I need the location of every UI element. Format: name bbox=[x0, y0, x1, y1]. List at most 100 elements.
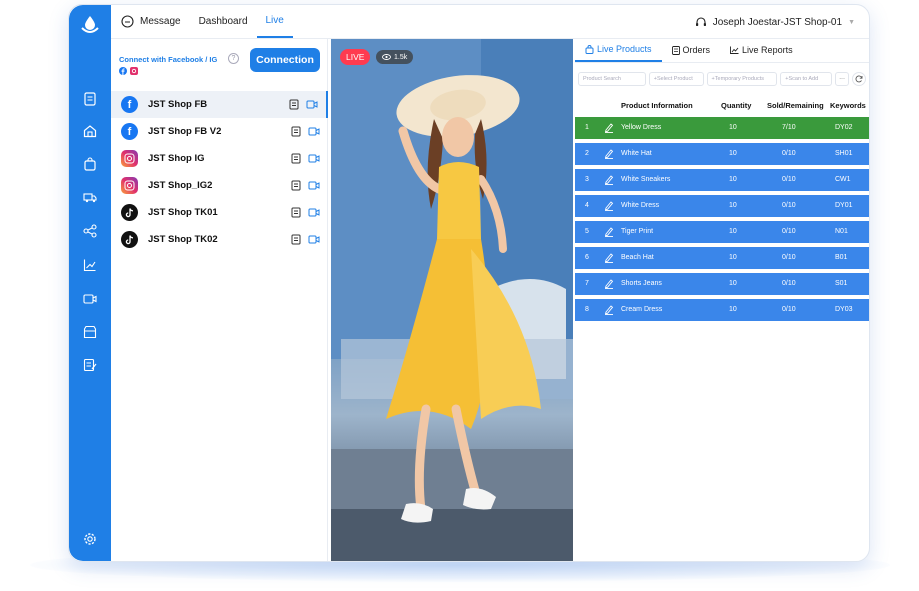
facebook-icon: f bbox=[121, 96, 138, 113]
keyword-cell: DY01 bbox=[835, 202, 853, 209]
truck-icon[interactable] bbox=[80, 187, 100, 207]
keyword-cell: CW1 bbox=[835, 176, 851, 183]
live-video-stream[interactable]: LIVE 1.5k bbox=[331, 39, 573, 561]
tab-live-reports[interactable]: Live Reports bbox=[720, 38, 803, 62]
nav-dashboard[interactable]: Dashboard bbox=[190, 5, 257, 38]
table-row[interactable]: 2 White Hat 10 0/10 SH01 bbox=[575, 143, 869, 165]
live-badge: LIVE bbox=[340, 49, 371, 65]
edit-icon[interactable] bbox=[604, 148, 614, 161]
shop-item[interactable]: JST Shop IG bbox=[111, 145, 328, 172]
quantity-cell: 10 bbox=[729, 254, 737, 261]
shop-item[interactable]: JST Shop TK01 bbox=[111, 199, 328, 226]
product-name: Beach Hat bbox=[621, 254, 654, 261]
file-icon[interactable] bbox=[289, 99, 299, 110]
col-keywords: Keywords bbox=[830, 101, 866, 110]
camera-icon[interactable] bbox=[308, 207, 320, 218]
file-icon[interactable] bbox=[291, 234, 301, 245]
product-toolbar: Product Search +Select Product +Temporar… bbox=[578, 72, 866, 86]
product-name: Yellow Dress bbox=[621, 124, 662, 131]
product-name: Shorts Jeans bbox=[621, 280, 662, 287]
keyword-cell: B01 bbox=[835, 254, 848, 261]
nav-message[interactable]: Message bbox=[111, 5, 190, 38]
chat-icon bbox=[121, 15, 134, 28]
shop-list: f JST Shop FB f JST Shop FB V2 JST Shop … bbox=[111, 91, 328, 253]
document-icon[interactable] bbox=[80, 89, 100, 109]
select-product-button[interactable]: +Select Product bbox=[648, 72, 704, 86]
shop-item[interactable]: f JST Shop FB bbox=[111, 91, 328, 118]
keyword-cell: DY03 bbox=[835, 306, 853, 313]
nav-live[interactable]: Live bbox=[256, 5, 293, 38]
video-icon[interactable] bbox=[80, 289, 100, 309]
shop-item[interactable]: JST Shop_IG2 bbox=[111, 172, 328, 199]
camera-icon[interactable] bbox=[308, 153, 320, 164]
tab-orders[interactable]: Orders bbox=[662, 38, 721, 62]
top-navbar: Message Dashboard Live Joseph Joestar-JS… bbox=[111, 5, 869, 39]
logo-icon[interactable] bbox=[80, 15, 100, 35]
row-number: 5 bbox=[585, 228, 589, 235]
file-icon[interactable] bbox=[291, 207, 301, 218]
top-nav: Message Dashboard Live bbox=[111, 5, 293, 38]
facebook-icon bbox=[119, 67, 127, 75]
sidebar-rail bbox=[69, 5, 111, 561]
tab-live-reports-label: Live Reports bbox=[742, 45, 793, 55]
row-number: 8 bbox=[585, 306, 589, 313]
table-row[interactable]: 1 Yellow Dress 10 7/10 DY02 bbox=[575, 117, 869, 139]
shop-name: JST Shop FB V2 bbox=[148, 126, 222, 137]
edit-icon[interactable] bbox=[604, 252, 614, 265]
shop-item[interactable]: f JST Shop FB V2 bbox=[111, 118, 328, 145]
help-icon[interactable]: ? bbox=[228, 53, 239, 64]
table-row[interactable]: 8 Cream Dress 10 0/10 DY03 bbox=[575, 299, 869, 321]
shop-name: JST Shop IG bbox=[148, 153, 205, 164]
tab-live-products[interactable]: Live Products bbox=[575, 38, 662, 62]
product-search-input[interactable]: Product Search bbox=[578, 72, 646, 86]
shop-panel: Connect with Facebook / IG ? Connection … bbox=[111, 39, 328, 561]
scan-to-add-button[interactable]: +Scan to Add bbox=[780, 72, 833, 86]
edit-icon[interactable] bbox=[604, 304, 614, 317]
camera-icon[interactable] bbox=[306, 99, 318, 110]
headset-icon bbox=[695, 17, 706, 26]
camera-icon[interactable] bbox=[308, 126, 320, 137]
keyword-cell: N01 bbox=[835, 228, 848, 235]
edit-icon[interactable] bbox=[604, 200, 614, 213]
file-icon[interactable] bbox=[291, 153, 301, 164]
temporary-products-button[interactable]: +Temporary Products bbox=[706, 72, 778, 86]
shop-name: JST Shop TK01 bbox=[148, 207, 218, 218]
shop-item[interactable]: JST Shop TK02 bbox=[111, 226, 328, 253]
chart-icon[interactable] bbox=[80, 255, 100, 275]
edit-icon[interactable] bbox=[604, 226, 614, 239]
edit-note-icon[interactable] bbox=[80, 355, 100, 375]
row-number: 7 bbox=[585, 280, 589, 287]
quantity-cell: 10 bbox=[729, 202, 737, 209]
connection-button[interactable]: Connection bbox=[250, 48, 320, 72]
refresh-icon[interactable] bbox=[852, 72, 866, 86]
sold-remaining-cell: 0/10 bbox=[782, 202, 796, 209]
edit-icon[interactable] bbox=[604, 278, 614, 291]
settings-icon[interactable] bbox=[80, 529, 100, 549]
file-icon[interactable] bbox=[291, 180, 301, 191]
edit-icon[interactable] bbox=[604, 122, 614, 135]
camera-icon[interactable] bbox=[308, 234, 320, 245]
user-menu[interactable]: Joseph Joestar-JST Shop-01 ▼ bbox=[695, 5, 855, 39]
nav-message-label: Message bbox=[140, 16, 181, 27]
bag-icon bbox=[585, 44, 594, 54]
quantity-cell: 10 bbox=[729, 150, 737, 157]
keyword-cell: SH01 bbox=[835, 150, 853, 157]
home-icon[interactable] bbox=[80, 121, 100, 141]
product-panel: Live Products Orders Live Reports Produc… bbox=[575, 39, 869, 561]
table-row[interactable]: 7 Shorts Jeans 10 0/10 S01 bbox=[575, 273, 869, 295]
table-row[interactable]: 4 White Dress 10 0/10 DY01 bbox=[575, 195, 869, 217]
edit-icon[interactable] bbox=[604, 174, 614, 187]
instagram-icon bbox=[130, 67, 138, 75]
camera-icon[interactable] bbox=[308, 180, 320, 191]
stream-illustration bbox=[331, 39, 573, 561]
table-row[interactable]: 6 Beach Hat 10 0/10 B01 bbox=[575, 247, 869, 269]
share-icon[interactable] bbox=[80, 221, 100, 241]
table-row[interactable]: 3 White Sneakers 10 0/10 CW1 bbox=[575, 169, 869, 191]
bag-icon[interactable] bbox=[80, 154, 100, 174]
more-button[interactable]: ··· bbox=[835, 72, 850, 86]
table-row[interactable]: 5 Tiger Print 10 0/10 N01 bbox=[575, 221, 869, 243]
table-header: Product Information Quantity Sold/Remain… bbox=[575, 101, 869, 113]
file-icon[interactable] bbox=[291, 126, 301, 137]
store-icon[interactable] bbox=[80, 322, 100, 342]
quantity-cell: 10 bbox=[729, 280, 737, 287]
